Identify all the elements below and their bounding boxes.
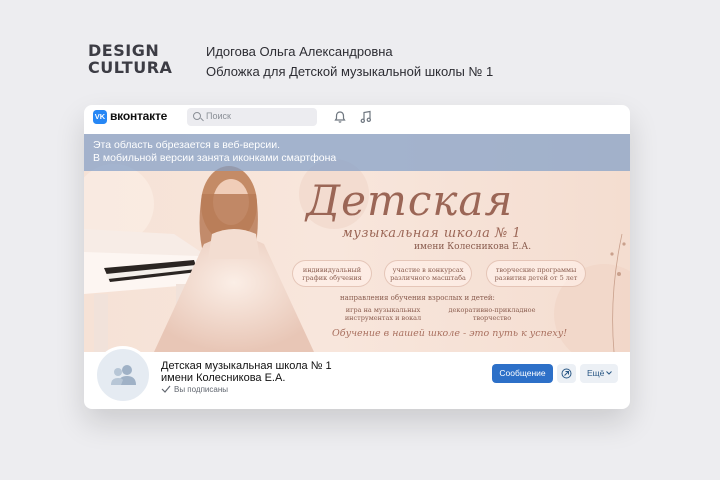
more-button-label: Ещё xyxy=(587,368,605,378)
direction-line: инструментах и вокал xyxy=(344,314,422,322)
cover-title: Детская xyxy=(306,176,514,225)
direction-line: творчество xyxy=(472,314,512,322)
arrow-circle-icon xyxy=(561,368,572,379)
project-title: Обложка для Детской музыкальной школы № … xyxy=(206,64,494,79)
feature-pill: творческие программы развития детей от 5… xyxy=(486,260,586,287)
mobile-crop-note: Эта область обрезается в веб-версии. В м… xyxy=(93,139,336,165)
check-icon xyxy=(161,385,171,393)
direction-item: игра на музыкальных инструментах и вокал xyxy=(338,306,428,322)
brand-line-2: CULTURA xyxy=(88,58,173,77)
mobile-note-line-1: Эта область обрезается в веб-версии. xyxy=(93,139,281,151)
brand-line-1: DESIGN xyxy=(88,41,160,60)
vk-logo-icon[interactable]: VK xyxy=(93,110,107,124)
mobile-crop-area: Эта область обрезается в веб-версии. В м… xyxy=(84,134,630,171)
feature-line: различного масштаба xyxy=(390,274,466,282)
community-name-line-2: имени Колесникова Е.А. xyxy=(161,372,286,384)
bell-icon[interactable] xyxy=(333,110,347,124)
cover-slogan: Обучение в нашей школе - это путь к успе… xyxy=(332,328,568,339)
feature-pill: участие в конкурсах различного масштаба xyxy=(384,260,472,287)
cover-subtitle: музыкальная школа № 1 xyxy=(342,226,522,241)
community-header: Детская музыкальная школа № 1 имени Коле… xyxy=(84,346,630,409)
avatar[interactable] xyxy=(94,346,152,404)
feature-line: творческие программы xyxy=(495,266,577,274)
directions-title: направления обучения взрослых и детей: xyxy=(340,294,495,302)
cover-image: Эта область обрезается в веб-версии. В м… xyxy=(84,134,630,352)
community-name: Детская музыкальная школа № 1 имени Коле… xyxy=(161,360,332,384)
vk-topbar: VK вконтакте Поиск xyxy=(84,105,630,129)
slide-header: Идогова Ольга Александровна Обложка для … xyxy=(206,42,493,82)
community-name-line-1: Детская музыкальная школа № 1 xyxy=(161,360,332,372)
search-icon xyxy=(193,112,201,120)
music-note-icon[interactable] xyxy=(359,110,373,124)
author-name: Идогова Ольга Александровна xyxy=(206,44,393,59)
vk-page-mockup: VK вконтакте Поиск Эта область обрезаетс… xyxy=(84,105,630,409)
follow-button[interactable] xyxy=(557,364,576,383)
mobile-note-line-2: В мобильной версии занята иконками смарт… xyxy=(93,152,337,164)
vk-wordmark[interactable]: вконтакте xyxy=(110,109,167,123)
chevron-down-icon xyxy=(606,371,612,375)
direction-line: декоративно-прикладное xyxy=(448,306,536,314)
more-button[interactable]: Ещё xyxy=(580,364,618,383)
feature-line: индивидуальный xyxy=(302,266,362,274)
feature-line: развития детей от 5 лет xyxy=(494,274,578,282)
community-icon xyxy=(111,365,136,385)
feature-line: график обучения xyxy=(302,274,362,282)
subscription-status[interactable]: Вы подписаны xyxy=(174,385,228,394)
cover-subtitle-2: имени Колесникова Е.А. xyxy=(414,242,532,252)
search-input[interactable]: Поиск xyxy=(187,108,317,126)
direction-item: декоративно-прикладное творчество xyxy=(444,306,540,322)
direction-line: игра на музыкальных xyxy=(345,306,421,314)
feature-pill: индивидуальный график обучения xyxy=(292,260,372,287)
feature-line: участие в конкурсах xyxy=(392,266,464,274)
brand-logo: DESIGN CULTURA xyxy=(88,42,172,76)
message-button[interactable]: Сообщение xyxy=(492,364,553,383)
search-placeholder: Поиск xyxy=(206,111,231,121)
